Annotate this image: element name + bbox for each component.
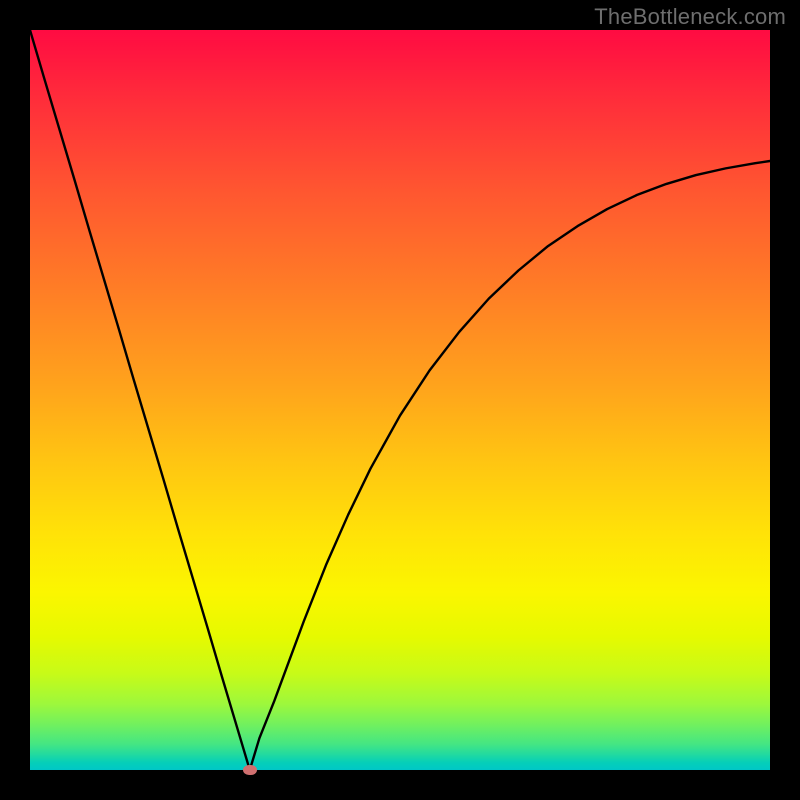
chart-frame: TheBottleneck.com — [0, 0, 800, 800]
optimum-marker — [243, 765, 257, 775]
watermark-text: TheBottleneck.com — [594, 4, 786, 30]
plot-area — [30, 30, 770, 770]
bottleneck-curve — [30, 30, 770, 770]
curve-svg — [30, 30, 770, 770]
